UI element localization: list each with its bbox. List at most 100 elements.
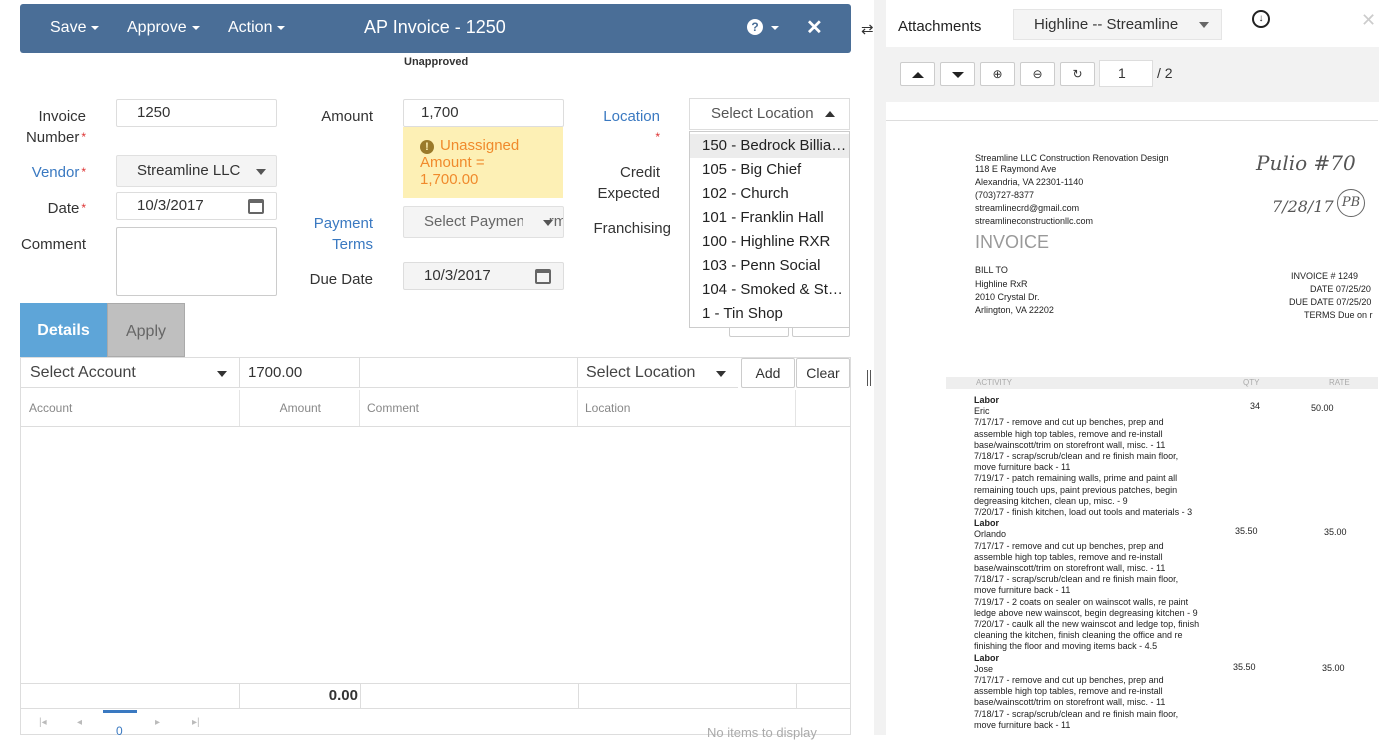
payment-terms-label[interactable]: Payment Terms: [300, 213, 373, 255]
doc-qty: 35.50: [1235, 526, 1258, 536]
empty-message: No items to display: [707, 725, 817, 740]
doc-line-text: 7/17/17 - remove and cut up benches, pre…: [974, 675, 1164, 686]
handwritten-initials: PB: [1337, 189, 1365, 217]
column-header-comment[interactable]: Comment: [360, 390, 578, 426]
doc-line-text: Jose: [974, 663, 994, 674]
line-location-select[interactable]: Select Location: [578, 358, 738, 388]
location-dropdown-list: 150 - Bedrock Billiards 105 - Big Chief …: [689, 131, 850, 328]
clear-button[interactable]: Clear: [796, 358, 850, 388]
calendar-icon[interactable]: [248, 199, 264, 214]
doc-line-text: 7/18/17 - scrap/scrub/clean and re finis…: [974, 708, 1179, 719]
chevron-down-icon: [1199, 22, 1209, 28]
doc-address-line: Alexandria, VA 22301-1140: [975, 177, 1084, 187]
doc-col-qty: QTY: [1243, 378, 1260, 387]
pane-splitter[interactable]: [858, 0, 874, 735]
chevron-down-icon: [951, 71, 964, 78]
handwritten-note: 7/28/17: [1272, 197, 1334, 216]
location-option[interactable]: 1 - Tin Shop: [690, 302, 849, 326]
location-option[interactable]: 105 - Big Chief: [690, 158, 849, 182]
invoice-document-preview: Streamline LLC Construction Renovation D…: [886, 120, 1378, 735]
amount-input[interactable]: 1,700: [403, 99, 564, 127]
doc-col-rate: RATE: [1329, 378, 1350, 387]
first-page-icon[interactable]: |◂: [39, 717, 47, 728]
approve-menu-button[interactable]: Approve: [127, 19, 200, 37]
doc-bill-to-line: Arlington, VA 22202: [975, 305, 1054, 315]
help-icon[interactable]: ?: [747, 19, 763, 35]
location-select[interactable]: Select Location: [689, 98, 850, 130]
doc-due-date: DUE DATE 07/25/20: [1289, 297, 1372, 307]
doc-line-text: 7/17/17 - remove and cut up benches, pre…: [974, 417, 1164, 428]
doc-invoice-number: INVOICE # 1249: [1291, 271, 1359, 281]
due-date-label: Due Date: [309, 271, 373, 288]
chevron-up-icon: [911, 71, 924, 78]
chevron-down-icon[interactable]: [771, 26, 779, 30]
doc-line-text: Labor: [974, 518, 1000, 529]
zoom-out-button[interactable]: ⊖: [1020, 62, 1055, 86]
doc-qty: 34: [1250, 401, 1261, 411]
attachment-select[interactable]: Highline -- Streamline: [1013, 9, 1222, 40]
comment-textarea[interactable]: [116, 227, 277, 296]
tab-apply[interactable]: Apply: [107, 303, 185, 357]
doc-website: streamlineconstructionllc.com: [975, 216, 1094, 226]
vendor-label[interactable]: Vendor *: [20, 162, 86, 183]
grid-footer-totals: 0.00: [21, 683, 850, 709]
account-select[interactable]: Select Account: [21, 358, 240, 388]
calendar-icon[interactable]: [535, 269, 551, 284]
doc-rate: 35.00: [1324, 527, 1347, 537]
doc-bill-to-line: Highline RxR: [975, 279, 1028, 289]
close-icon[interactable]: ✕: [1361, 10, 1376, 31]
previous-page-button[interactable]: [900, 62, 935, 86]
location-option[interactable]: 103 - Penn Social: [690, 254, 849, 278]
date-picker[interactable]: 10/3/2017: [116, 192, 277, 220]
location-option[interactable]: 101 - Franklin Hall: [690, 206, 849, 230]
payment-terms-select[interactable]: Select Payment Terms: [403, 206, 564, 238]
line-comment-input[interactable]: [360, 358, 578, 388]
doc-qty: 35.50: [1233, 662, 1256, 672]
account-placeholder: Select Account: [30, 364, 136, 381]
location-option[interactable]: 150 - Bedrock Billiards: [690, 134, 849, 158]
last-page-icon[interactable]: ▸|: [192, 717, 200, 728]
doc-line-text: assemble high top tables, remove and re-…: [974, 428, 1163, 439]
chevron-down-icon: [256, 169, 266, 175]
doc-phone: (703)727-8377: [975, 190, 1035, 200]
rotate-button[interactable]: ↻: [1060, 62, 1095, 86]
location-placeholder: Select Location: [711, 105, 813, 122]
tab-details[interactable]: Details: [20, 303, 107, 357]
invoice-number-input[interactable]: 1250: [116, 99, 277, 127]
doc-company: Streamline LLC Construction Renovation D…: [975, 153, 1169, 163]
vendor-select[interactable]: Streamline LLC: [116, 155, 277, 187]
line-amount-input[interactable]: 1700.00: [240, 358, 360, 388]
add-button[interactable]: Add: [741, 358, 795, 388]
drag-handle-icon[interactable]: [867, 370, 871, 386]
page-number-input[interactable]: 1: [1099, 60, 1153, 87]
swap-panes-icon[interactable]: ⇄: [861, 20, 874, 38]
previous-page-icon[interactable]: ◂: [77, 717, 82, 728]
franchising-label: Franchising: [593, 220, 671, 237]
doc-line-text: base/wainscott/trim on storefront wall, …: [974, 697, 1166, 708]
action-menu-button[interactable]: Action: [228, 19, 286, 37]
current-page-number[interactable]: 0: [116, 724, 123, 738]
doc-line-text: finishing the floor and moving items bac…: [974, 641, 1158, 652]
location-option[interactable]: 104 - Smoked & Stacked: [690, 278, 849, 302]
invoice-number-label: Invoice Number *: [25, 108, 86, 146]
column-header-amount[interactable]: Amount: [240, 390, 360, 426]
next-page-icon[interactable]: ▸: [155, 717, 160, 728]
doc-line-text: Labor: [974, 395, 1000, 405]
location-option[interactable]: 100 - Highline RXR: [690, 230, 849, 254]
column-header-location[interactable]: Location: [578, 390, 796, 426]
location-option[interactable]: 102 - Church: [690, 182, 849, 206]
save-menu-button[interactable]: Save: [50, 19, 100, 37]
doc-line-items: Labor Eric 7/17/17 - remove and cut up ben…: [974, 395, 1199, 731]
download-icon[interactable]: ↓: [1252, 10, 1270, 28]
doc-email: streamlinecrd@gmail.com: [975, 203, 1080, 213]
zoom-in-button[interactable]: ⊕: [980, 62, 1015, 86]
column-header-account[interactable]: Account: [21, 390, 240, 426]
next-page-button[interactable]: [940, 62, 975, 86]
zoom-out-icon: ⊖: [1032, 67, 1043, 81]
location-label[interactable]: Location *: [590, 106, 660, 148]
doc-address-line: 118 E Raymond Ave: [975, 164, 1057, 174]
close-icon[interactable]: ✕: [806, 15, 823, 40]
date-label: Date *: [47, 200, 86, 217]
doc-line-text: 7/20/17 - finish kitchen, load out tools…: [974, 507, 1193, 518]
due-date-picker[interactable]: 10/3/2017: [403, 262, 564, 290]
